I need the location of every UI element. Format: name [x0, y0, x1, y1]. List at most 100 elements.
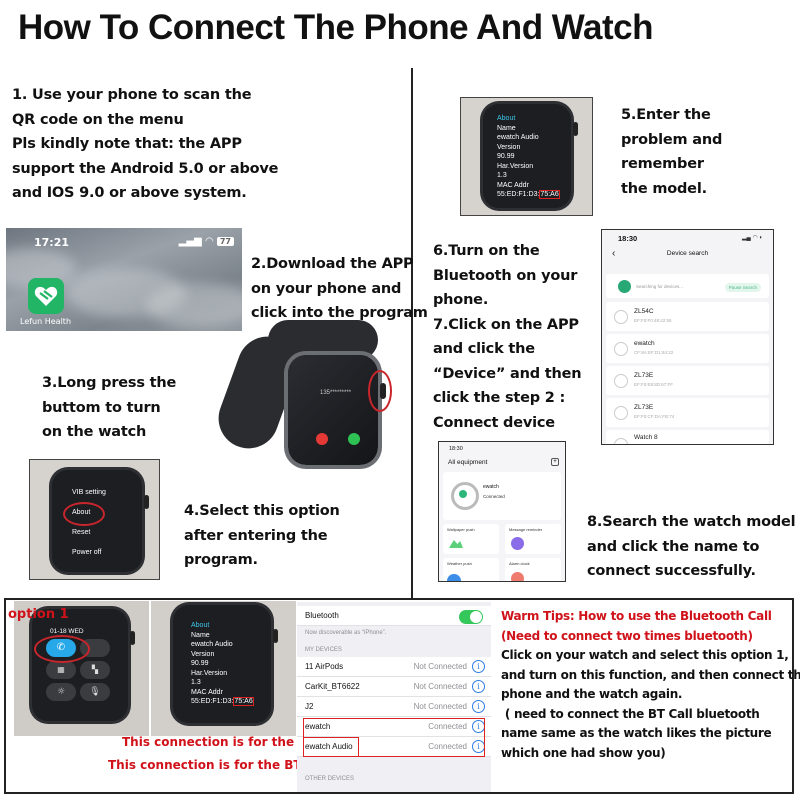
- text-line: and click the: [433, 341, 535, 357]
- searching-icon: [618, 280, 631, 293]
- mac-value: 55:ED:F1:D3:: [497, 191, 540, 198]
- audio-highlight-box: [303, 737, 359, 757]
- device-card[interactable]: ewatch Connected: [443, 472, 561, 520]
- brightness-icon: ☼: [46, 683, 76, 701]
- text-line: problem and: [621, 131, 723, 148]
- tips-subheading: (Need to connect two times bluetooth): [501, 628, 753, 643]
- alarm-clock-card[interactable]: Alarm clock: [505, 558, 561, 581]
- search-status-row: Searching for devices... Pause Search: [606, 274, 769, 298]
- text-line: support the Android 5.0 or above: [12, 160, 279, 177]
- device-mac: EF:F0:CF:DA:FB:74: [634, 414, 675, 419]
- text-line: 4.Select this option: [184, 503, 340, 519]
- card-label: Message reminder: [509, 527, 543, 532]
- battery-icon: 77: [216, 237, 234, 246]
- tips-line: phone and the watch again.: [501, 687, 683, 701]
- connection-status: Connected: [483, 494, 505, 499]
- info-icon[interactable]: i: [472, 680, 485, 693]
- watch-icon: [614, 438, 628, 444]
- device-row[interactable]: ZL54C EF:F0:F0:48:42:55: [606, 302, 769, 331]
- device-mac: CF:8A:EF:D1:84:22: [634, 350, 674, 355]
- text-line: program.: [184, 552, 258, 568]
- bt-device-row[interactable]: J2 Not Connected i: [297, 697, 491, 717]
- menu-item-power-off: Power off: [72, 549, 102, 556]
- alarm-icon: [511, 572, 524, 581]
- my-devices-header: MY DEVICES: [305, 647, 342, 653]
- text-line: phone.: [433, 292, 489, 308]
- bt-device-row[interactable]: CarKit_BT6622 Not Connected i: [297, 677, 491, 697]
- bluetooth-toggle[interactable]: [459, 610, 483, 624]
- field-label: Har.Version: [497, 162, 534, 170]
- text-line: the model.: [621, 180, 707, 197]
- about-info: About Name ewatch Audio Version 90.99 Ha…: [191, 621, 254, 707]
- highlight-ring: [63, 502, 105, 526]
- wifi-icon: ◠: [204, 236, 214, 247]
- text-line: 5.Enter the: [621, 107, 711, 123]
- bluetooth-toggle-row: Bluetooth: [297, 606, 491, 626]
- watch-icon: [614, 310, 628, 324]
- field-value: 90.99: [497, 153, 515, 160]
- page-title: How To Connect The Phone And Watch: [18, 8, 654, 47]
- warm-tips: Warm Tips: How to use the Bluetooth Call…: [501, 607, 800, 763]
- weather-icon: [447, 574, 461, 581]
- card-label: Alarm clock: [509, 561, 530, 566]
- signal-icon: ▂▄▆: [178, 236, 202, 247]
- heart-icon: [34, 286, 58, 306]
- microphone-icon: 🎙: [80, 683, 110, 701]
- check-icon: [459, 490, 467, 498]
- tips-line: which one had show you): [501, 745, 666, 760]
- text-line: on your phone and: [251, 280, 402, 297]
- field-value: 90.99: [191, 660, 209, 667]
- watch-call-image: 135*********: [210, 320, 408, 465]
- app-label: Lefun Health: [20, 317, 72, 326]
- menu-item-reset: Reset: [72, 529, 91, 536]
- text-line: 8.Search the watch model: [587, 514, 796, 530]
- info-icon[interactable]: i: [472, 700, 485, 713]
- other-devices-header: OTHER DEVICES: [305, 776, 355, 782]
- message-reminder-card[interactable]: Message reminder: [505, 524, 561, 554]
- device-row[interactable]: ewatch CF:8A:EF:D1:84:22: [606, 334, 769, 363]
- option-label: option 1: [8, 607, 69, 622]
- device-name: ewatch: [483, 484, 499, 490]
- device-name: ZL54C: [634, 308, 654, 315]
- mac-highlight: 75:A6: [233, 697, 254, 706]
- device-name: ZL73E: [634, 372, 654, 379]
- lefun-health-app-icon[interactable]: [28, 278, 64, 314]
- device-row[interactable]: ZL73E EF:F0:CF:DA:FB:74: [606, 398, 769, 427]
- pause-search-button[interactable]: Pause Search: [724, 283, 761, 292]
- text-line: 6.Turn on the: [433, 243, 540, 259]
- field-label: Version: [497, 143, 521, 151]
- text-line: click the step 2 :: [433, 390, 566, 406]
- add-device-icon[interactable]: +: [551, 458, 559, 466]
- weather-push-card[interactable]: Weather push: [443, 558, 499, 581]
- text-line: buttom to turn: [42, 399, 161, 416]
- status-icons: ▂▄ ◠ ◐: [741, 235, 763, 241]
- text-line: after entering the: [184, 527, 328, 544]
- text-line: 1. Use your phone to scan the: [12, 87, 252, 103]
- tips-line: name same as the watch likes the picture: [501, 726, 772, 740]
- device-status: Not Connected: [413, 682, 467, 691]
- device-name: ewatch: [634, 340, 655, 347]
- field-label: Version: [191, 650, 215, 658]
- field-value: ewatch Audio: [191, 641, 233, 648]
- status-time: 18:30: [618, 234, 638, 243]
- mac-value: 55:ED:F1:D3:: [191, 698, 234, 705]
- screen-title: Device search: [666, 250, 709, 257]
- bluetooth-settings-screenshot: Bluetooth Now discoverable as “iPhone”. …: [297, 602, 491, 792]
- watch-icon: [614, 406, 628, 420]
- text-line: on the watch: [42, 424, 147, 440]
- watch-menu-photo: VIB setting About Reset Power off: [29, 459, 160, 580]
- step-6-7-text: 6.Turn on the Bluetooth on your phone. 7…: [433, 239, 582, 435]
- all-equipment-screenshot: 18:30 All equipment + ewatch Connected W…: [438, 441, 566, 582]
- device-row[interactable]: Watch 8: [606, 430, 769, 444]
- wallpaper-push-card[interactable]: Wallpaper push: [443, 524, 499, 554]
- card-label: Wallpaper push: [447, 527, 475, 532]
- info-icon[interactable]: i: [472, 660, 485, 673]
- tips-heading: Warm Tips: How to use the Bluetooth Call: [501, 609, 772, 623]
- field-label: Har.Version: [191, 669, 228, 677]
- bt-device-row[interactable]: 11 AirPods Not Connected i: [297, 657, 491, 677]
- device-row[interactable]: ZL73E EF:F0:E8:8D:67:FF: [606, 366, 769, 395]
- watch-about-photo: About Name ewatch Audio Version 90.99 Ha…: [460, 97, 593, 216]
- card-label: Weather push: [447, 561, 472, 566]
- device-name: ZL73E: [634, 404, 654, 411]
- text-line: QR code on the menu: [12, 111, 184, 128]
